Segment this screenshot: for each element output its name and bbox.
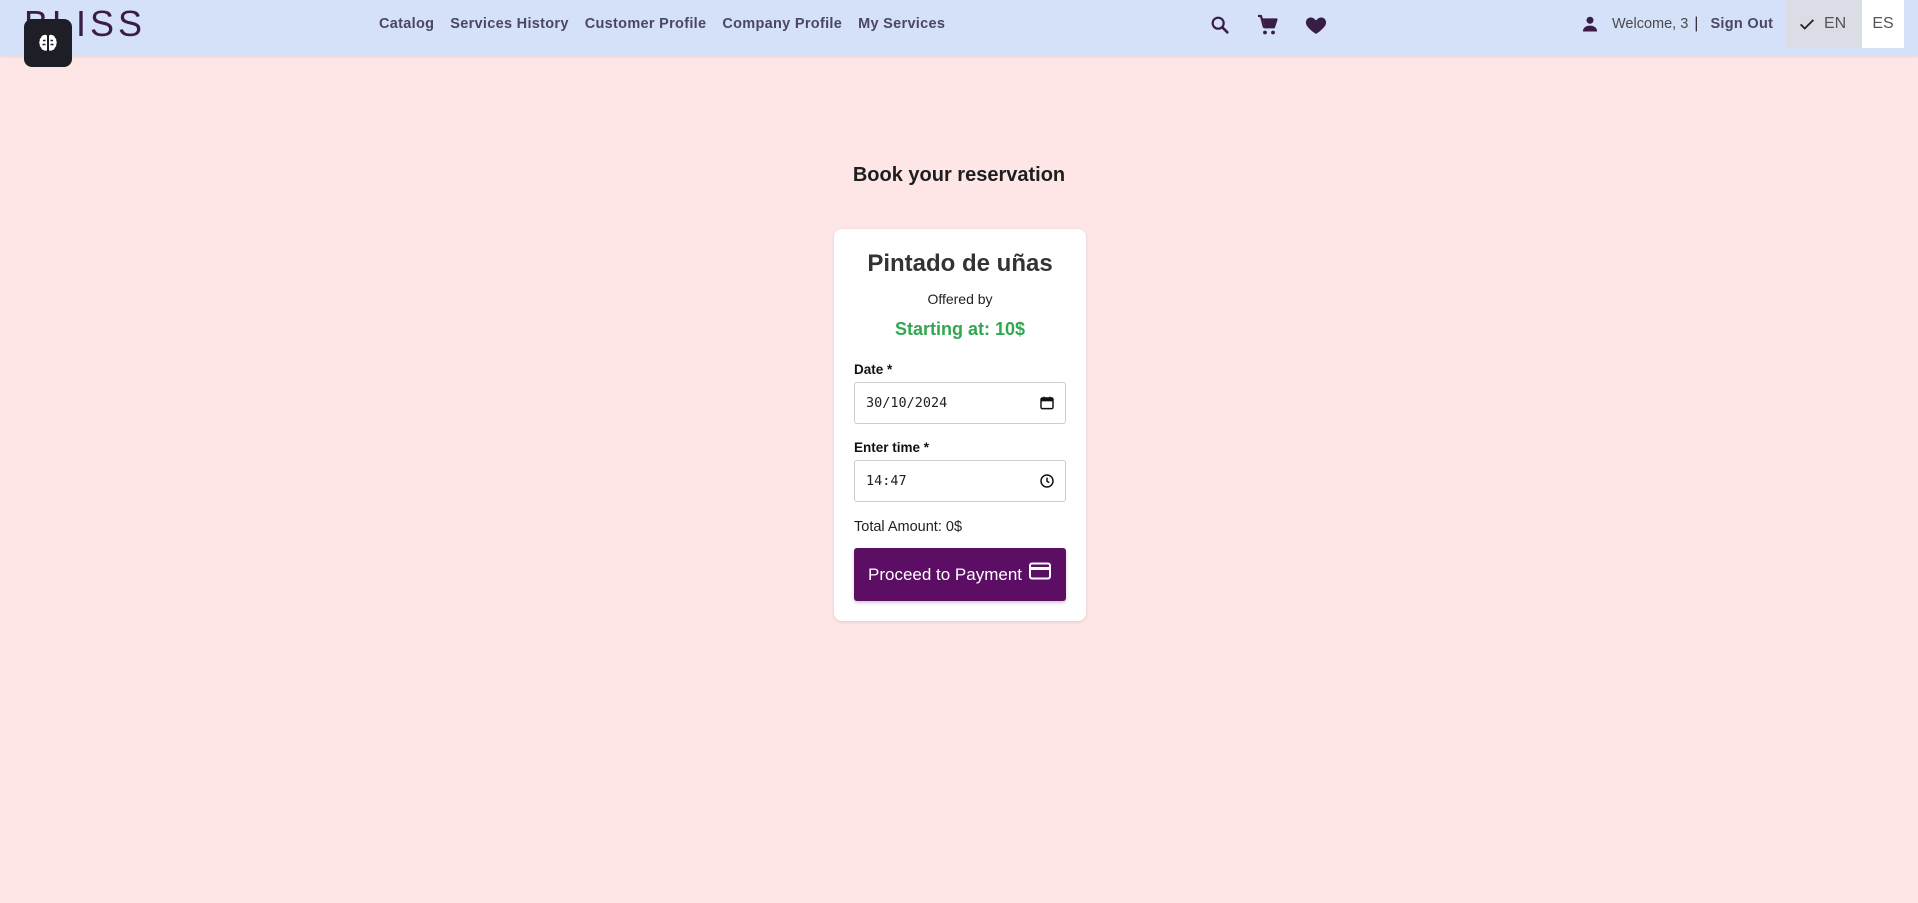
- starting-price: Starting at: 10$: [894, 319, 1026, 339]
- nav-my-services[interactable]: My Services: [858, 16, 945, 32]
- date-input[interactable]: 30/10/2024: [854, 382, 1066, 424]
- search-icon: [1211, 16, 1229, 34]
- divider: |: [1694, 15, 1699, 32]
- reservation-card: Pintado de uñas Offered by Starting at: …: [834, 229, 1086, 621]
- search-button[interactable]: [1207, 12, 1233, 38]
- nav-services-history[interactable]: Services History: [450, 16, 568, 32]
- person-icon: [1582, 16, 1598, 32]
- credit-card-icon: [1029, 562, 1052, 579]
- language-es-label: ES: [1872, 15, 1894, 32]
- user-area: Welcome, 3 | Sign Out: [1580, 0, 1773, 48]
- cart-icon: [1258, 14, 1278, 35]
- offered-by-text: Offered by: [927, 291, 993, 307]
- date-value: 30/10/2024: [866, 395, 948, 411]
- language-en-button[interactable]: EN: [1786, 0, 1862, 48]
- total-amount: Total Amount: 0$: [854, 519, 963, 535]
- nav-company-profile[interactable]: Company Profile: [722, 16, 842, 32]
- calendar-icon[interactable]: [1039, 395, 1055, 411]
- clock-icon[interactable]: [1039, 473, 1055, 489]
- proceed-to-payment-label: Proceed to Payment: [867, 564, 1023, 584]
- language-es-button[interactable]: ES: [1862, 0, 1904, 48]
- favorites-button[interactable]: [1303, 12, 1329, 38]
- check-icon: [1799, 19, 1815, 30]
- page-title: Book your reservation: [852, 164, 1066, 186]
- time-value: 14:47: [866, 473, 907, 489]
- brain-icon: [39, 34, 57, 51]
- welcome-text: Welcome, 3: [1612, 16, 1689, 32]
- time-input[interactable]: 14:47: [854, 460, 1066, 502]
- service-name: Pintado de uñas: [867, 250, 1053, 277]
- language-en-label: EN: [1824, 15, 1847, 32]
- assistant-button[interactable]: [24, 19, 72, 67]
- date-label: Date *: [854, 362, 893, 377]
- proceed-to-payment-button[interactable]: Proceed to Payment: [854, 548, 1066, 601]
- time-label: Enter time *: [854, 440, 930, 455]
- top-navigation-bar: BLISS Catalog Services History Customer …: [0, 0, 1918, 56]
- cart-button[interactable]: [1255, 12, 1281, 38]
- main-nav: Catalog Services History Customer Profil…: [379, 0, 945, 48]
- nav-customer-profile[interactable]: Customer Profile: [585, 16, 707, 32]
- nav-catalog[interactable]: Catalog: [379, 16, 434, 32]
- heart-icon: [1305, 17, 1327, 34]
- sign-out-link[interactable]: Sign Out: [1710, 16, 1773, 32]
